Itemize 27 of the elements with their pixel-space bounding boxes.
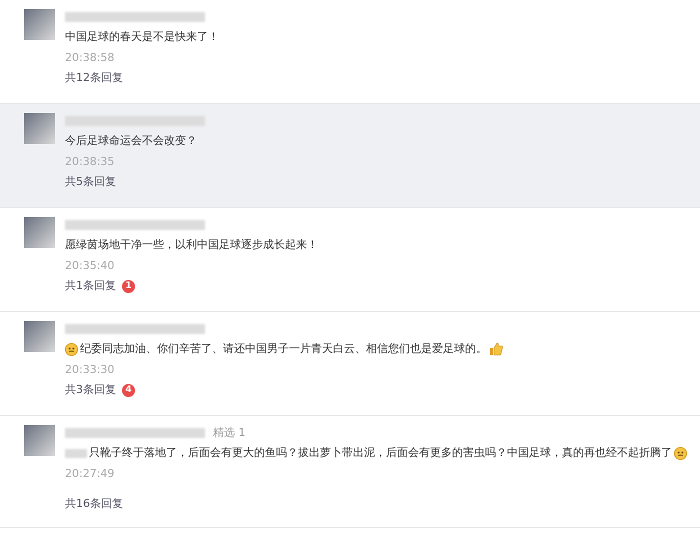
- comment-text: 中国足球的春天是不是快来了！: [65, 28, 219, 45]
- replies-link[interactable]: 共5条回复: [65, 174, 116, 190]
- comment-time: 20:33:30: [65, 362, 114, 378]
- replies-link[interactable]: 共16条回复: [65, 496, 123, 512]
- comment-text: 纪委同志加油、你们辛苦了、请还中国男子一片青天白云、相信您们也是爱足球的。: [80, 340, 487, 357]
- comment-text: 只靴子终于落地了，后面会有更大的鱼吗？拔出萝卜带出泥，后面会有更多的害虫吗？中国足球，真的再也经不起折腾了: [89, 444, 672, 461]
- avatar[interactable]: [24, 321, 55, 352]
- count-badge: 4: [122, 384, 135, 397]
- avatar[interactable]: [24, 217, 55, 248]
- replies-link[interactable]: 共1条回复: [65, 278, 116, 294]
- count-badge: 1: [122, 280, 135, 293]
- smiley-icon: [674, 446, 687, 460]
- replies-link[interactable]: 共3条回复: [65, 382, 116, 398]
- avatar[interactable]: [24, 113, 55, 144]
- comment-time: 20:35:40: [65, 258, 114, 274]
- thumbs-up-icon: [489, 342, 503, 356]
- blurred-text: [65, 448, 87, 458]
- replies-link[interactable]: 共12条回复: [65, 70, 123, 86]
- comment-time: 20:27:49: [65, 466, 114, 482]
- avatar[interactable]: [24, 425, 55, 456]
- comment-time: 20:38:35: [65, 154, 114, 170]
- comment-text: 今后足球命运会不会改变？: [65, 132, 197, 149]
- comment-time: 20:38:58: [65, 50, 114, 66]
- smiley-icon: [65, 342, 78, 356]
- featured-label: 精选 1: [213, 424, 246, 441]
- avatar[interactable]: [24, 9, 55, 40]
- comment-text: 愿绿茵场地干净一些，以利中国足球逐步成长起来！: [65, 236, 318, 253]
